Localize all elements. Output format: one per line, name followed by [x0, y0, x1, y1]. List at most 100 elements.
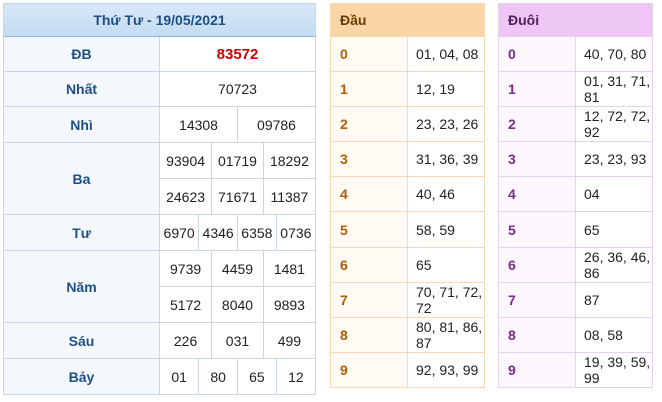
- digit-key: 6: [498, 246, 576, 283]
- head-digit-row: 9 92, 93, 99: [330, 351, 485, 389]
- tail-digit-row: 3 23, 23, 93: [498, 141, 653, 178]
- tail-digit-row: 8 08, 58: [498, 316, 653, 353]
- head-digit-row: 6 65: [330, 246, 485, 283]
- tail-digit-row: 4 04: [498, 176, 653, 213]
- prize-number: 83572: [159, 36, 316, 72]
- prize-number: 9893: [262, 287, 315, 322]
- tail-digit-row: 5 65: [498, 211, 653, 248]
- digit-values: 92, 93, 99: [407, 351, 485, 389]
- tail-digit-table: Đuôi 0 40, 70, 80 1 01, 31, 71, 81 2 12, 72, …: [498, 2, 653, 389]
- results-date-title: Thứ Tư - 19/05/2021: [3, 3, 316, 37]
- digit-key: 5: [330, 211, 408, 248]
- prize-number: 031: [211, 323, 264, 358]
- digit-values: 01, 04, 08: [407, 36, 485, 73]
- prize-number-group: 6970 4346 6358 0736: [159, 214, 316, 251]
- head-digit-row: 2 23, 23, 26: [330, 106, 485, 143]
- prize-number-group: 9739 4459 1481: [159, 250, 316, 287]
- digit-values: 12, 72, 72, 92: [575, 106, 653, 143]
- digit-values: 65: [407, 246, 485, 283]
- digit-values: 70, 71, 72, 72: [407, 281, 485, 318]
- head-digit-header-label: Đầu: [330, 2, 408, 38]
- prize-label: Tư: [3, 214, 160, 251]
- digit-values: 58, 59: [407, 211, 485, 248]
- digit-values: 08, 58: [575, 316, 653, 353]
- digit-values: 80, 81, 86, 87: [407, 316, 485, 353]
- digit-values: 01, 31, 71, 81: [575, 71, 653, 108]
- prize-number: 4346: [198, 215, 238, 250]
- digit-key: 8: [330, 316, 408, 353]
- prize-number: 71671: [211, 179, 264, 214]
- digit-key: 7: [330, 281, 408, 318]
- prize-number: 12: [275, 359, 315, 394]
- digit-values: 31, 36, 39: [407, 141, 485, 178]
- digit-key: 1: [330, 71, 408, 108]
- digit-values: 23, 23, 93: [575, 141, 653, 178]
- prize-number: 9739: [170, 260, 202, 277]
- prize-row-third: Ba 93904 01719 18292: [3, 142, 316, 215]
- tail-digit-header-blank: [575, 2, 653, 38]
- results-header-row: Thứ Tư - 19/05/2021: [3, 3, 316, 37]
- digit-key: 2: [498, 106, 576, 143]
- digit-key: 5: [498, 211, 576, 248]
- prize-number: 24623: [166, 188, 206, 205]
- tail-digit-row: 7 87: [498, 281, 653, 318]
- prize-label: Nhất: [3, 71, 160, 107]
- prize-number-group: 93904 01719 18292: [159, 142, 316, 179]
- head-digit-row: 7 70, 71, 72, 72: [330, 281, 485, 318]
- digit-key: 4: [498, 176, 576, 213]
- digit-key: 7: [498, 281, 576, 318]
- head-digit-header: Đầu: [330, 2, 485, 38]
- prize-number: 5172: [170, 296, 202, 313]
- prize-label: Nhì: [3, 106, 160, 143]
- digit-key: 1: [498, 71, 576, 108]
- prize-number-group: 14308 09786: [159, 106, 316, 143]
- prize-number: 6358: [237, 215, 277, 250]
- prize-row-second: Nhì 14308 09786: [3, 106, 316, 143]
- tail-digit-header-label: Đuôi: [498, 2, 576, 38]
- prize-number: 226: [173, 332, 198, 349]
- prize-number-group: 24623 71671 11387: [159, 178, 316, 215]
- prize-row-special: ĐB 83572: [3, 36, 316, 72]
- digit-values: 40, 70, 80: [575, 36, 653, 73]
- tail-digit-row: 1 01, 31, 71, 81: [498, 71, 653, 108]
- digit-key: 8: [498, 316, 576, 353]
- head-digit-row: 4 40, 46: [330, 176, 485, 213]
- digit-key: 9: [330, 351, 408, 389]
- head-digit-row: 8 80, 81, 86, 87: [330, 316, 485, 353]
- tail-digit-row: 2 12, 72, 72, 92: [498, 106, 653, 143]
- prize-row-fifth: Năm 9739 4459 1481: [3, 250, 316, 323]
- digit-key: 0: [498, 36, 576, 73]
- prize-number: 01: [171, 368, 187, 385]
- digit-values: 87: [575, 281, 653, 318]
- prize-number: 499: [262, 323, 315, 358]
- digit-key: 3: [330, 141, 408, 178]
- tail-digit-row: 0 40, 70, 80: [498, 36, 653, 73]
- prize-number: 4459: [211, 251, 264, 286]
- prize-label: ĐB: [3, 36, 160, 72]
- prize-label: Ba: [3, 142, 160, 215]
- head-digit-row: 3 31, 36, 39: [330, 141, 485, 178]
- digit-key: 3: [498, 141, 576, 178]
- prize-number-group: 226 031 499: [159, 322, 316, 359]
- prize-row-first: Nhất 70723: [3, 71, 316, 107]
- prize-number: 70723: [159, 71, 316, 107]
- prize-label: Năm: [3, 250, 160, 323]
- digit-key: 6: [330, 246, 408, 283]
- tail-digit-row: 9 19, 39, 59, 99: [498, 351, 653, 389]
- prize-label: Bảy: [3, 358, 160, 395]
- prize-number: 0736: [275, 215, 315, 250]
- prize-number: 01719: [211, 143, 264, 178]
- prize-number: 09786: [237, 107, 315, 142]
- digit-values: 12, 19: [407, 71, 485, 108]
- digit-key: 9: [498, 351, 576, 389]
- digit-values: 19, 39, 59, 99: [575, 351, 653, 389]
- head-digit-row: 0 01, 04, 08: [330, 36, 485, 73]
- digit-values: 40, 46: [407, 176, 485, 213]
- digit-values: 65: [575, 211, 653, 248]
- prize-number: 14308: [179, 116, 218, 133]
- prize-number: 80: [198, 359, 238, 394]
- prize-number-group: 01 80 65 12: [159, 358, 316, 395]
- prize-number: 6970: [163, 224, 195, 241]
- prize-number: 1481: [262, 251, 315, 286]
- tail-digit-row: 6 26, 36, 46, 86: [498, 246, 653, 283]
